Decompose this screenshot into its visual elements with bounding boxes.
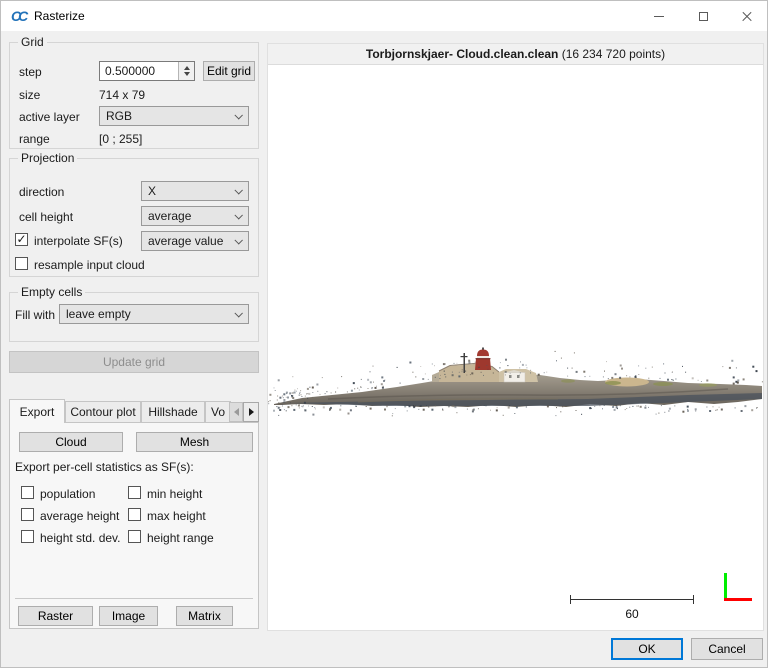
white-house (503, 372, 526, 383)
tab-scroll-left-button[interactable] (229, 402, 243, 422)
average-height-label: average height (40, 509, 120, 523)
raster-button[interactable]: Raster (18, 606, 93, 626)
direction-value: X (148, 184, 157, 198)
export-mesh-button[interactable]: Mesh (136, 432, 253, 452)
range-label: range (19, 132, 50, 146)
min-height-checkbox[interactable] (128, 486, 141, 499)
range-value: [0 ; 255] (99, 132, 143, 146)
height-std-dev-checkbox[interactable] (21, 530, 34, 543)
chevron-down-icon (234, 309, 243, 318)
height-range-label: height range (147, 531, 214, 545)
average-height-checkbox[interactable] (21, 508, 34, 521)
close-icon (741, 10, 753, 22)
minimize-icon (653, 15, 664, 17)
scale-bar-value: 60 (625, 607, 639, 621)
cloud-name: Torbjornskjaer- Cloud.clean.clean (365, 47, 559, 61)
edit-grid-button[interactable]: Edit grid (203, 61, 255, 81)
maximize-icon (699, 11, 708, 21)
export-cloud-button[interactable]: Cloud (19, 432, 123, 452)
close-button[interactable] (724, 1, 767, 31)
interpolate-sf-select[interactable]: average value (141, 231, 249, 251)
minimize-button[interactable] (636, 1, 681, 31)
ok-button[interactable]: OK (611, 638, 683, 660)
chevron-down-icon (234, 211, 243, 220)
grid-group-label: Grid (18, 35, 47, 49)
max-height-checkbox[interactable] (128, 508, 141, 521)
step-spinner[interactable] (178, 62, 194, 80)
tab-export[interactable]: Export (9, 399, 65, 423)
cloudcompare-icon: CC (11, 8, 28, 24)
active-layer-label: active layer (19, 110, 80, 124)
step-value: 0.500000 (105, 64, 156, 78)
axis-x-red (724, 598, 752, 601)
population-label: population (40, 487, 96, 501)
viewport: Torbjornskjaer- Cloud.clean.clean (16 23… (267, 43, 764, 631)
cell-height-select[interactable]: average (141, 206, 249, 226)
update-grid-button[interactable]: Update grid (9, 351, 259, 373)
cell-height-label: cell height (19, 210, 74, 224)
cell-height-value: average (148, 209, 192, 223)
axis-y-green (724, 573, 727, 600)
spin-up-icon[interactable] (183, 66, 190, 70)
interpolate-sf-value: average value (148, 234, 224, 248)
active-layer-select[interactable]: RGB (99, 106, 249, 126)
min-height-label: min height (147, 487, 203, 501)
resample-checkbox[interactable] (15, 257, 28, 270)
scroll-right-icon (248, 408, 254, 416)
point-cloud-render (268, 347, 763, 417)
active-layer-value: RGB (106, 109, 133, 123)
cancel-button[interactable]: Cancel (691, 638, 763, 660)
viewport-title: Torbjornskjaer- Cloud.clean.clean (16 23… (268, 44, 763, 65)
axis-indicator (721, 573, 755, 605)
step-input[interactable]: 0.500000 (99, 61, 195, 81)
maximize-button[interactable] (681, 1, 726, 31)
tab-volume[interactable]: Vo (205, 401, 231, 422)
direction-label: direction (19, 185, 65, 199)
stats-label: Export per-cell statistics as SF(s): (15, 460, 194, 474)
tab-scroll-right-button[interactable] (243, 402, 259, 422)
interpolate-sf-checkbox[interactable]: ✓ (15, 233, 28, 246)
tab-contour-plot[interactable]: Contour plot (65, 401, 141, 422)
scale-bar-line (570, 599, 694, 600)
tab-hillshade[interactable]: Hillshade (141, 401, 205, 422)
fill-with-value: leave empty (66, 307, 131, 321)
point-count: (16 234 720 points) (558, 47, 666, 61)
titlebar[interactable]: CC Rasterize (1, 1, 767, 31)
resample-label: resample input cloud (34, 258, 145, 272)
empty-cells-group-label: Empty cells (18, 285, 86, 299)
projection-group-label: Projection (18, 151, 78, 165)
max-height-label: max height (147, 509, 206, 523)
height-range-checkbox[interactable] (128, 530, 141, 543)
interpolate-sf-label: interpolate SF(s) (34, 234, 123, 248)
height-std-dev-label: height std. dev. (40, 531, 121, 545)
point-cloud-canvas[interactable]: 60 (268, 65, 763, 630)
fill-with-select[interactable]: leave empty (59, 304, 249, 324)
size-value: 714 x 79 (99, 88, 146, 102)
population-checkbox[interactable] (21, 486, 34, 499)
direction-select[interactable]: X (141, 181, 249, 201)
spin-down-icon[interactable] (183, 72, 190, 76)
fill-with-label: Fill with (15, 308, 56, 322)
rasterize-dialog: CC Rasterize Grid step 0.500000 Edit gri… (0, 0, 768, 668)
step-label: step (19, 65, 42, 79)
lighthouse-tower (475, 347, 491, 370)
scale-bar: 60 (570, 595, 694, 621)
size-label: size (19, 88, 41, 102)
divider (15, 598, 253, 599)
chevron-down-icon (234, 236, 243, 245)
image-button[interactable]: Image (99, 606, 158, 626)
scroll-left-icon (233, 408, 239, 416)
chevron-down-icon (234, 111, 243, 120)
window-title: Rasterize (34, 9, 85, 23)
matrix-button[interactable]: Matrix (176, 606, 233, 626)
chevron-down-icon (234, 186, 243, 195)
